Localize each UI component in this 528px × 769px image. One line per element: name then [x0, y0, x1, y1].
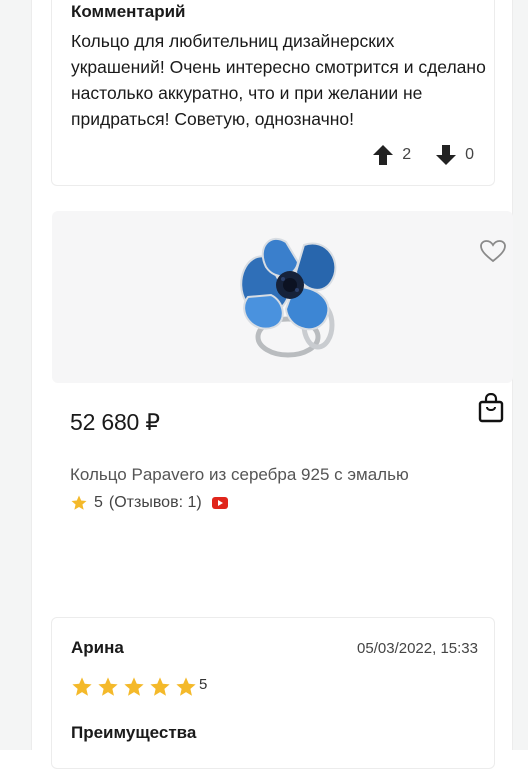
youtube-icon[interactable]	[211, 497, 228, 509]
review-card: Комментарий Кольцо для любительниц дизай…	[51, 0, 495, 186]
review-votes: 2 0	[372, 144, 474, 166]
star-icon	[98, 677, 118, 696]
review-card: Арина 05/03/2022, 15:33 5 Преимущества	[51, 617, 495, 769]
product-price: 52 680 ₽	[70, 409, 160, 435]
product-title-link[interactable]: Кольцо Papavero из серебра 925 с эмалью	[70, 465, 409, 485]
review-author: Арина	[71, 638, 124, 657]
favorite-heart-icon[interactable]	[479, 239, 507, 263]
review-stars: 5	[71, 676, 207, 698]
star-icon	[124, 677, 144, 696]
review-date: 05/03/2022, 15:33	[357, 640, 478, 657]
product-image-area[interactable]	[52, 211, 513, 383]
product-rating: 5 (Отзывов: 1)	[70, 494, 228, 512]
product-rating-value: 5	[94, 494, 103, 511]
right-gutter	[512, 0, 528, 750]
downvote-count: 0	[465, 146, 474, 163]
review-comment-text: Кольцо для любительниц дизайнерских укра…	[71, 31, 486, 129]
star-icon	[150, 677, 170, 696]
review-stars-value: 5	[199, 676, 208, 693]
arrow-down-icon	[436, 145, 457, 165]
arrow-up-icon	[373, 145, 394, 165]
shopping-bag-icon[interactable]	[477, 393, 505, 423]
star-icon	[72, 677, 92, 696]
star-icon	[176, 677, 196, 696]
review-comment-title: Комментарий	[71, 2, 186, 21]
downvote-button[interactable]: 0	[435, 144, 474, 166]
ring-image	[240, 237, 337, 358]
left-gutter	[0, 0, 32, 750]
star-icon	[71, 495, 87, 510]
advantages-title: Преимущества	[71, 723, 197, 742]
upvote-count: 2	[402, 146, 412, 163]
product-reviews-count[interactable]: (Отзывов: 1)	[109, 494, 202, 512]
upvote-button[interactable]: 2	[372, 144, 411, 166]
